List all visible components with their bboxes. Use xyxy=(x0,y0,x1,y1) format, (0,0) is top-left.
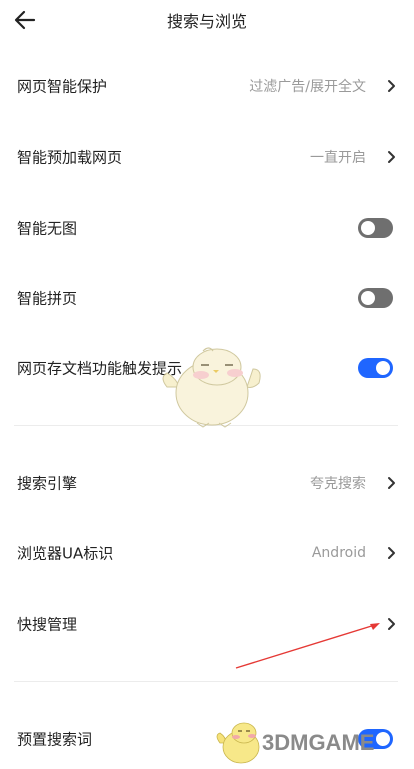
no-image-toggle[interactable] xyxy=(358,218,393,238)
setting-label: 搜索引擎 xyxy=(17,474,78,493)
page-merge-toggle[interactable] xyxy=(358,288,393,308)
page-title: 搜索与浏览 xyxy=(166,12,247,31)
setting-row-page-merge: 智能拼页 xyxy=(0,270,414,326)
brand-watermark: 3DMGAME xyxy=(262,730,375,755)
setting-label: 预置搜索词 xyxy=(17,730,93,749)
setting-row-ua[interactable]: 浏览器UA标识 Android xyxy=(0,525,414,581)
setting-value: 过滤广告/展开全文 xyxy=(249,79,366,95)
chevron-right-icon xyxy=(388,80,395,92)
chevron-right-icon xyxy=(388,477,395,489)
setting-row-search-engine[interactable]: 搜索引擎 夸克搜索 xyxy=(0,455,414,511)
setting-row-web-protection[interactable]: 网页智能保护 过滤广告/展开全文 xyxy=(0,58,414,114)
annotation-arrow-icon xyxy=(235,623,380,669)
setting-value: 一直开启 xyxy=(310,150,366,166)
setting-value: Android xyxy=(311,545,366,561)
setting-label: 智能预加载网页 xyxy=(17,148,123,167)
toggle-knob xyxy=(361,291,375,305)
section-divider xyxy=(14,681,398,682)
toggle-knob xyxy=(376,361,390,375)
setting-value: 夸克搜索 xyxy=(310,476,366,492)
setting-row-preload[interactable]: 智能预加载网页 一直开启 xyxy=(0,129,414,185)
setting-row-no-image: 智能无图 xyxy=(0,200,414,256)
chevron-right-icon xyxy=(388,547,395,559)
setting-label: 浏览器UA标识 xyxy=(17,544,114,563)
toggle-knob xyxy=(361,221,375,235)
header-bar: 搜索与浏览 xyxy=(0,0,414,40)
brand-mascot-icon xyxy=(216,722,260,764)
setting-label: 快搜管理 xyxy=(17,615,78,634)
save-doc-prompt-toggle[interactable] xyxy=(358,358,393,378)
setting-label: 智能拼页 xyxy=(17,289,78,308)
toggle-knob xyxy=(376,732,390,746)
chevron-right-icon xyxy=(388,151,395,163)
setting-label: 网页智能保护 xyxy=(17,77,108,96)
mascot-watermark-icon xyxy=(162,347,261,428)
setting-label: 智能无图 xyxy=(17,219,78,238)
